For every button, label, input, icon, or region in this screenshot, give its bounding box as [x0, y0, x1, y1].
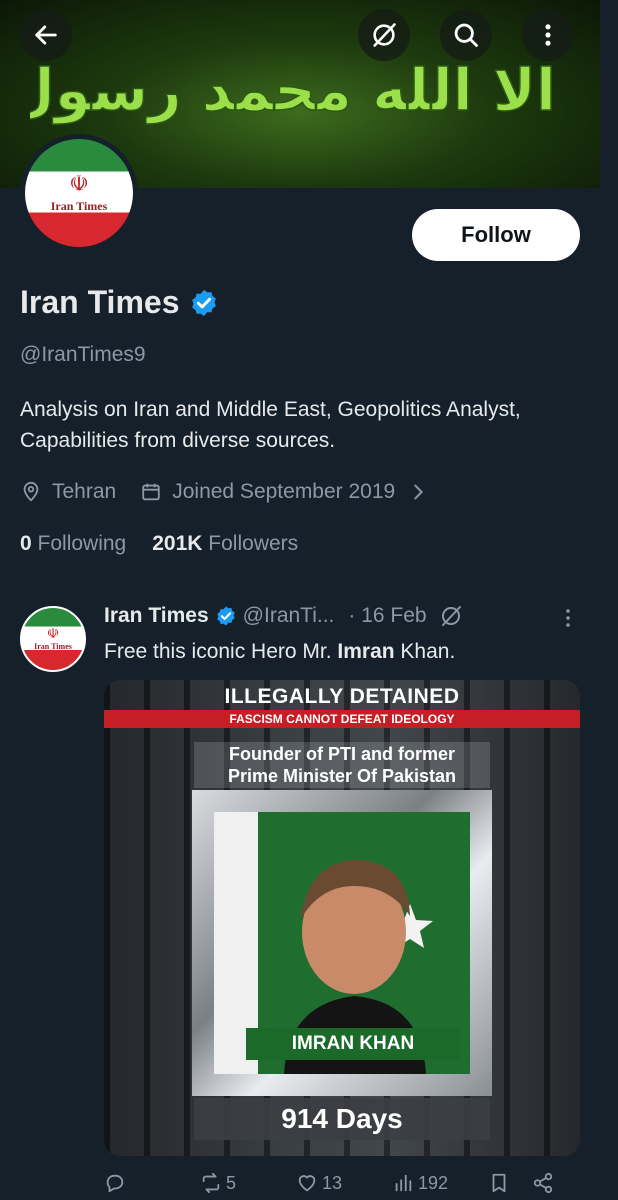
iran-emblem-icon: ☫ — [46, 627, 60, 642]
portrait-photo: IMRAN KHAN — [214, 812, 470, 1074]
media-caption: Founder of PTI and former Prime Minister… — [194, 742, 490, 788]
calendar-icon — [142, 483, 160, 501]
repost-icon — [202, 1172, 220, 1194]
grok-icon[interactable] — [439, 604, 463, 628]
media-caption-line: Prime Minister Of Pakistan — [227, 766, 457, 786]
like-count: 13 — [322, 1172, 343, 1193]
profile-location: Tehran — [52, 480, 117, 503]
follow-counts: 0 Following 201K Followers — [20, 532, 298, 556]
arrow-left-icon — [35, 25, 57, 45]
profile-handle: @IranTimes9 — [20, 343, 146, 366]
tweet-author-handle[interactable]: @IranTi... — [243, 604, 335, 628]
share-button[interactable] — [532, 1172, 562, 1194]
repost-count: 5 — [226, 1172, 237, 1193]
reply-button[interactable] — [104, 1172, 200, 1194]
following-label: Following — [37, 532, 127, 555]
profile-bio: Analysis on Iran and Middle East, Geopol… — [20, 398, 521, 452]
chevron-right-icon[interactable] — [407, 481, 429, 503]
followers-label: Followers — [208, 532, 299, 555]
following-count: 0 — [20, 532, 32, 555]
svg-text:لا اله الا الله محمد رسول الله: لا اله الا الله محمد رسول الله — [30, 56, 570, 125]
avatar-logo-text: Iran Times — [34, 642, 72, 651]
bookmark-button[interactable] — [488, 1172, 532, 1194]
tweet-author-name[interactable]: Iran Times — [104, 604, 209, 628]
banner-edge — [600, 0, 618, 188]
media-subtitle: FASCISM CANNOT DEFEAT IDEOLOGY — [104, 710, 580, 728]
profile-name-row: Iran Times — [20, 284, 219, 321]
like-button[interactable]: 13 — [296, 1172, 392, 1194]
follow-button[interactable]: Follow — [412, 209, 580, 261]
calligraphy-banner-art: لا اله الا الله محمد رسول الله — [30, 55, 570, 126]
media-nameplate: IMRAN KHAN — [246, 1028, 460, 1060]
bookmark-icon — [492, 1173, 506, 1193]
portrait-frame: IMRAN KHAN — [192, 790, 492, 1096]
tweet-date[interactable]: · 16 Feb — [348, 604, 426, 628]
avatar-logo-text: Iran Times — [50, 199, 108, 213]
profile-joined-date: Joined September 2019 — [172, 480, 396, 503]
back-button[interactable] — [20, 9, 72, 61]
tweet-text: Free this iconic Hero Mr. Imran Khan. — [104, 640, 455, 664]
search-icon — [454, 23, 478, 47]
followers-count: 201K — [152, 532, 203, 555]
tweet-text-bold: Imran — [337, 640, 395, 663]
repost-button[interactable]: 5 — [200, 1172, 296, 1194]
share-icon — [533, 1172, 553, 1194]
reply-bubble-icon — [106, 1174, 124, 1193]
views-button[interactable]: 192 — [392, 1172, 488, 1194]
following-link[interactable]: 0 Following — [20, 532, 126, 556]
grok-button[interactable] — [358, 9, 410, 61]
tweet-header: Iran Times @IranTi... · 16 Feb — [104, 604, 463, 628]
tweet-media-image[interactable]: ILLEGALLY DETAINED FASCISM CANNOT DEFEAT… — [104, 680, 580, 1156]
tweet-text-part: Khan. — [394, 640, 456, 663]
tweet-text-part: Free this iconic Hero Mr. — [104, 640, 338, 663]
profile-avatar[interactable]: ☫ Iran Times — [20, 134, 138, 252]
verified-badge-icon — [216, 606, 235, 626]
profile-name: Iran Times — [20, 284, 180, 320]
heart-icon — [298, 1175, 316, 1192]
location-pin-icon — [23, 481, 39, 502]
more-options-button[interactable] — [522, 9, 574, 61]
media-caption-line: Founder of PTI and former — [228, 744, 455, 764]
followers-link[interactable]: 201K Followers — [152, 532, 298, 556]
tweet-more-icon[interactable] — [556, 606, 580, 630]
tweet-author-avatar[interactable]: ☫ Iran Times — [20, 606, 86, 672]
more-vertical-icon — [545, 24, 551, 46]
media-days-count: 914 Days — [194, 1098, 490, 1140]
iran-emblem-icon: ☫ — [69, 171, 89, 196]
grok-icon — [373, 23, 396, 47]
tweet-actions: 5 13 192 — [104, 1172, 580, 1194]
profile-meta: Tehran Joined September 2019 — [20, 480, 429, 504]
search-button[interactable] — [440, 9, 492, 61]
bar-chart-icon — [395, 1174, 412, 1192]
views-count: 192 — [418, 1172, 449, 1193]
verified-badge-icon — [192, 289, 217, 316]
media-title: ILLEGALLY DETAINED — [224, 685, 460, 708]
